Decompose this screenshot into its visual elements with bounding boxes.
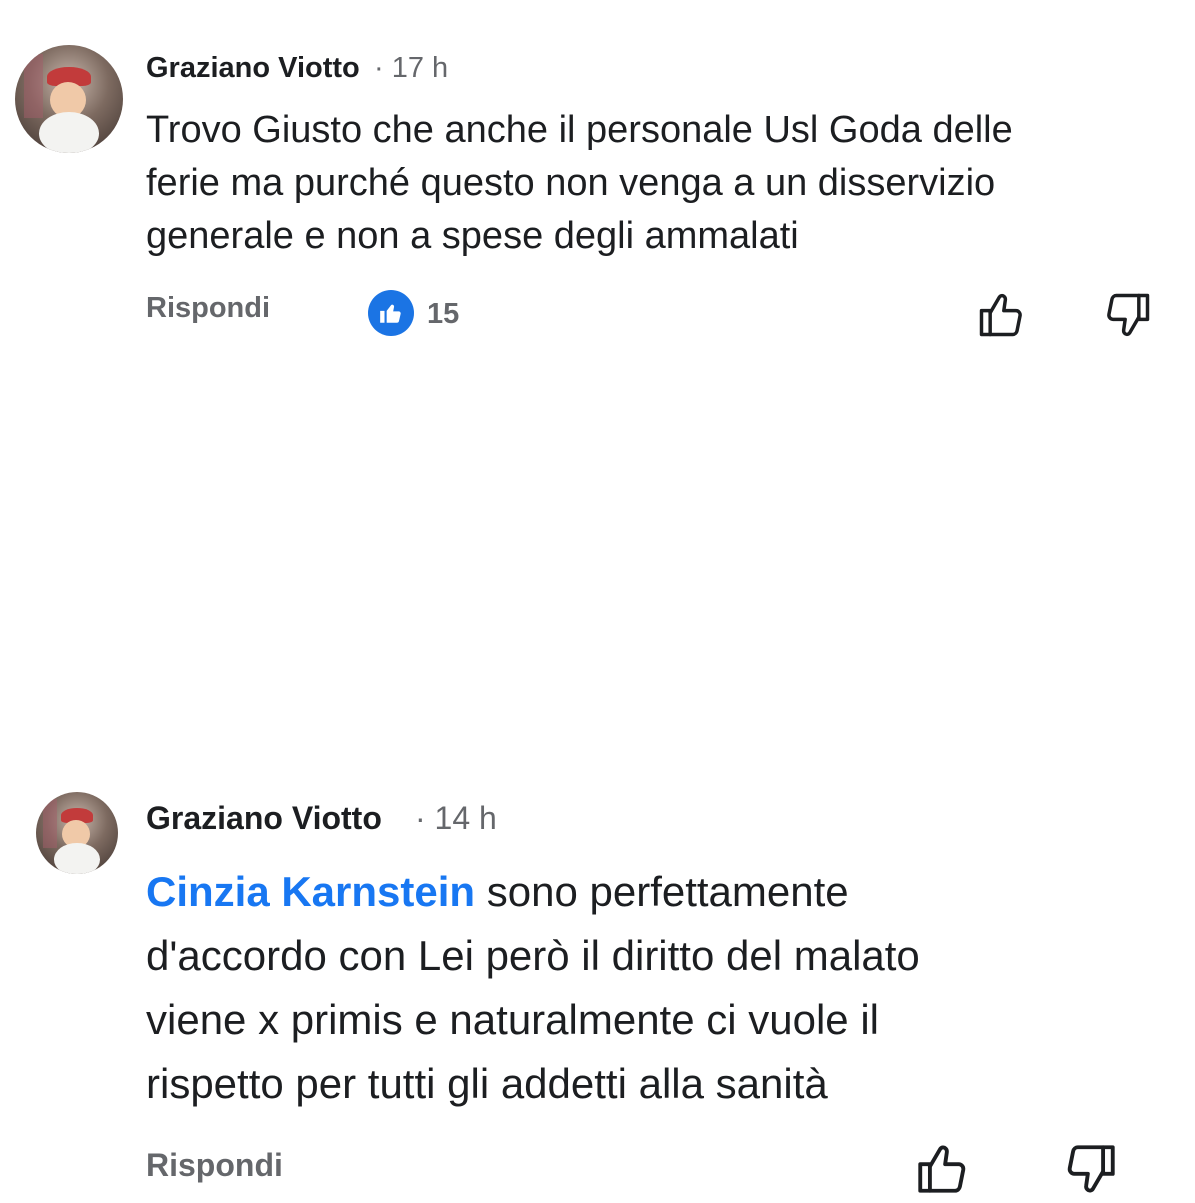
mention-link[interactable]: Cinzia Karnstein xyxy=(146,868,475,915)
avatar[interactable] xyxy=(36,792,118,874)
reply-button[interactable]: Rispondi xyxy=(146,290,270,326)
comment-author[interactable]: Graziano Viotto xyxy=(146,798,382,838)
avatar[interactable] xyxy=(15,45,123,153)
like-count: 15 xyxy=(427,298,460,330)
comment-timestamp[interactable]: · 17 h xyxy=(374,50,448,86)
comment-timestamp[interactable]: · 14 h xyxy=(415,798,497,838)
comment-author[interactable]: Graziano Viotto xyxy=(146,50,360,86)
comment: Graziano Viotto · 14 h Cinzia Karnstein … xyxy=(0,760,1195,1200)
comment-text: Trovo Giusto che anche il personale Usl … xyxy=(146,109,1013,257)
thumbs-down-icon[interactable] xyxy=(1062,1140,1120,1203)
reply-button[interactable]: Rispondi xyxy=(146,1145,283,1185)
comment-text: Cinzia Karnstein sono perfettamente d'ac… xyxy=(146,860,1166,1116)
thumbs-down-icon[interactable] xyxy=(1102,289,1154,346)
like-reaction-icon xyxy=(368,290,414,336)
thumbs-up-icon[interactable] xyxy=(975,289,1027,346)
comment: Graziano Viotto · 17 h Trovo Giusto che … xyxy=(0,0,1195,360)
thumbs-up-icon[interactable] xyxy=(913,1140,971,1203)
